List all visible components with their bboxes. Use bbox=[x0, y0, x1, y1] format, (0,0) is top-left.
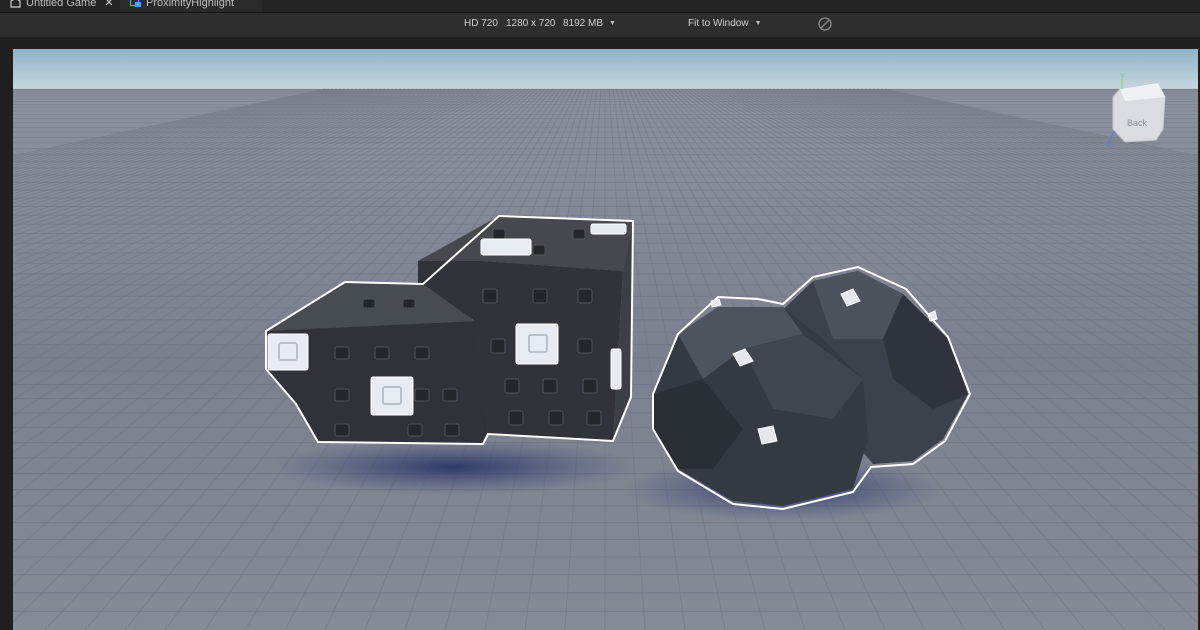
tab-proximityhighlight[interactable]: ProximityHighlight bbox=[120, 0, 262, 12]
axis-z-label: Z bbox=[1107, 141, 1112, 148]
sky bbox=[13, 49, 1198, 91]
tab-label: ProximityHighlight bbox=[146, 0, 235, 9]
fit-label: Fit to Window bbox=[688, 18, 749, 29]
script-icon bbox=[129, 0, 141, 8]
chevron-down-icon: ▼ bbox=[754, 19, 762, 27]
axis-y-label: Y bbox=[1120, 73, 1125, 80]
memory-select[interactable]: 8192 MB ▼ bbox=[563, 18, 616, 29]
tab-bar: Untitled Game ✕ ProximityHighlight bbox=[0, 0, 1200, 13]
memory-label: 8192 MB bbox=[563, 18, 604, 29]
device-emulator-bar: HD 720 1280 x 720 8192 MB ▼ Fit to Window… bbox=[0, 13, 1200, 37]
place-icon bbox=[10, 0, 21, 8]
tab-label: Untitled Game bbox=[26, 0, 97, 9]
close-tab-icon[interactable]: ✕ bbox=[104, 0, 113, 9]
tab-untitled-game[interactable]: Untitled Game ✕ bbox=[0, 0, 118, 12]
device-label: HD 720 bbox=[464, 18, 498, 29]
game-viewport[interactable]: Back Y Z bbox=[13, 49, 1198, 630]
device-select[interactable]: HD 720 bbox=[464, 18, 498, 29]
block-shadow bbox=[268, 439, 638, 495]
view-cube-face-label: Back bbox=[1127, 118, 1148, 128]
fit-select[interactable]: Fit to Window ▼ bbox=[688, 18, 762, 29]
rotate-device-icon[interactable] bbox=[817, 16, 833, 32]
resolution-label: 1280 x 720 bbox=[506, 18, 556, 29]
chevron-down-icon: ▼ bbox=[609, 19, 616, 27]
